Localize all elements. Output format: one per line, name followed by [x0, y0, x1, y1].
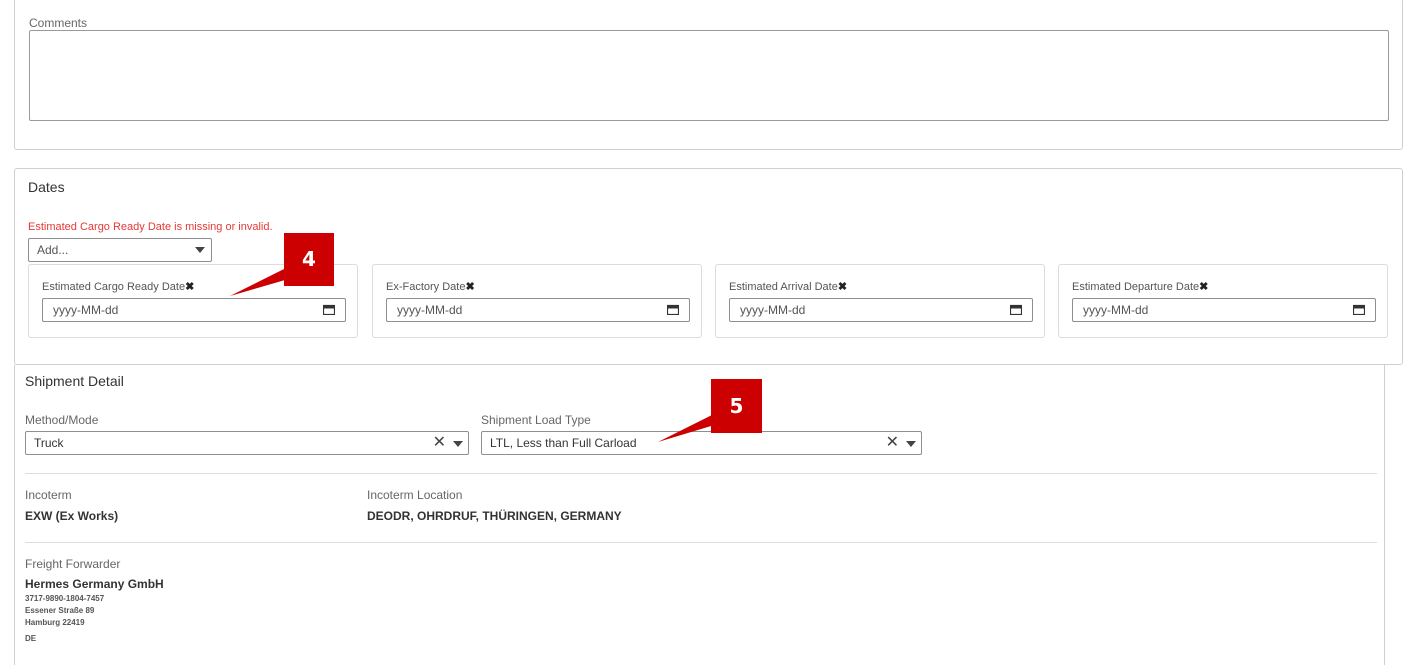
callout-badge-5: 5: [711, 379, 762, 433]
callout-badge-4: 4: [284, 233, 334, 286]
callout-arrow-4: [230, 266, 721, 442]
